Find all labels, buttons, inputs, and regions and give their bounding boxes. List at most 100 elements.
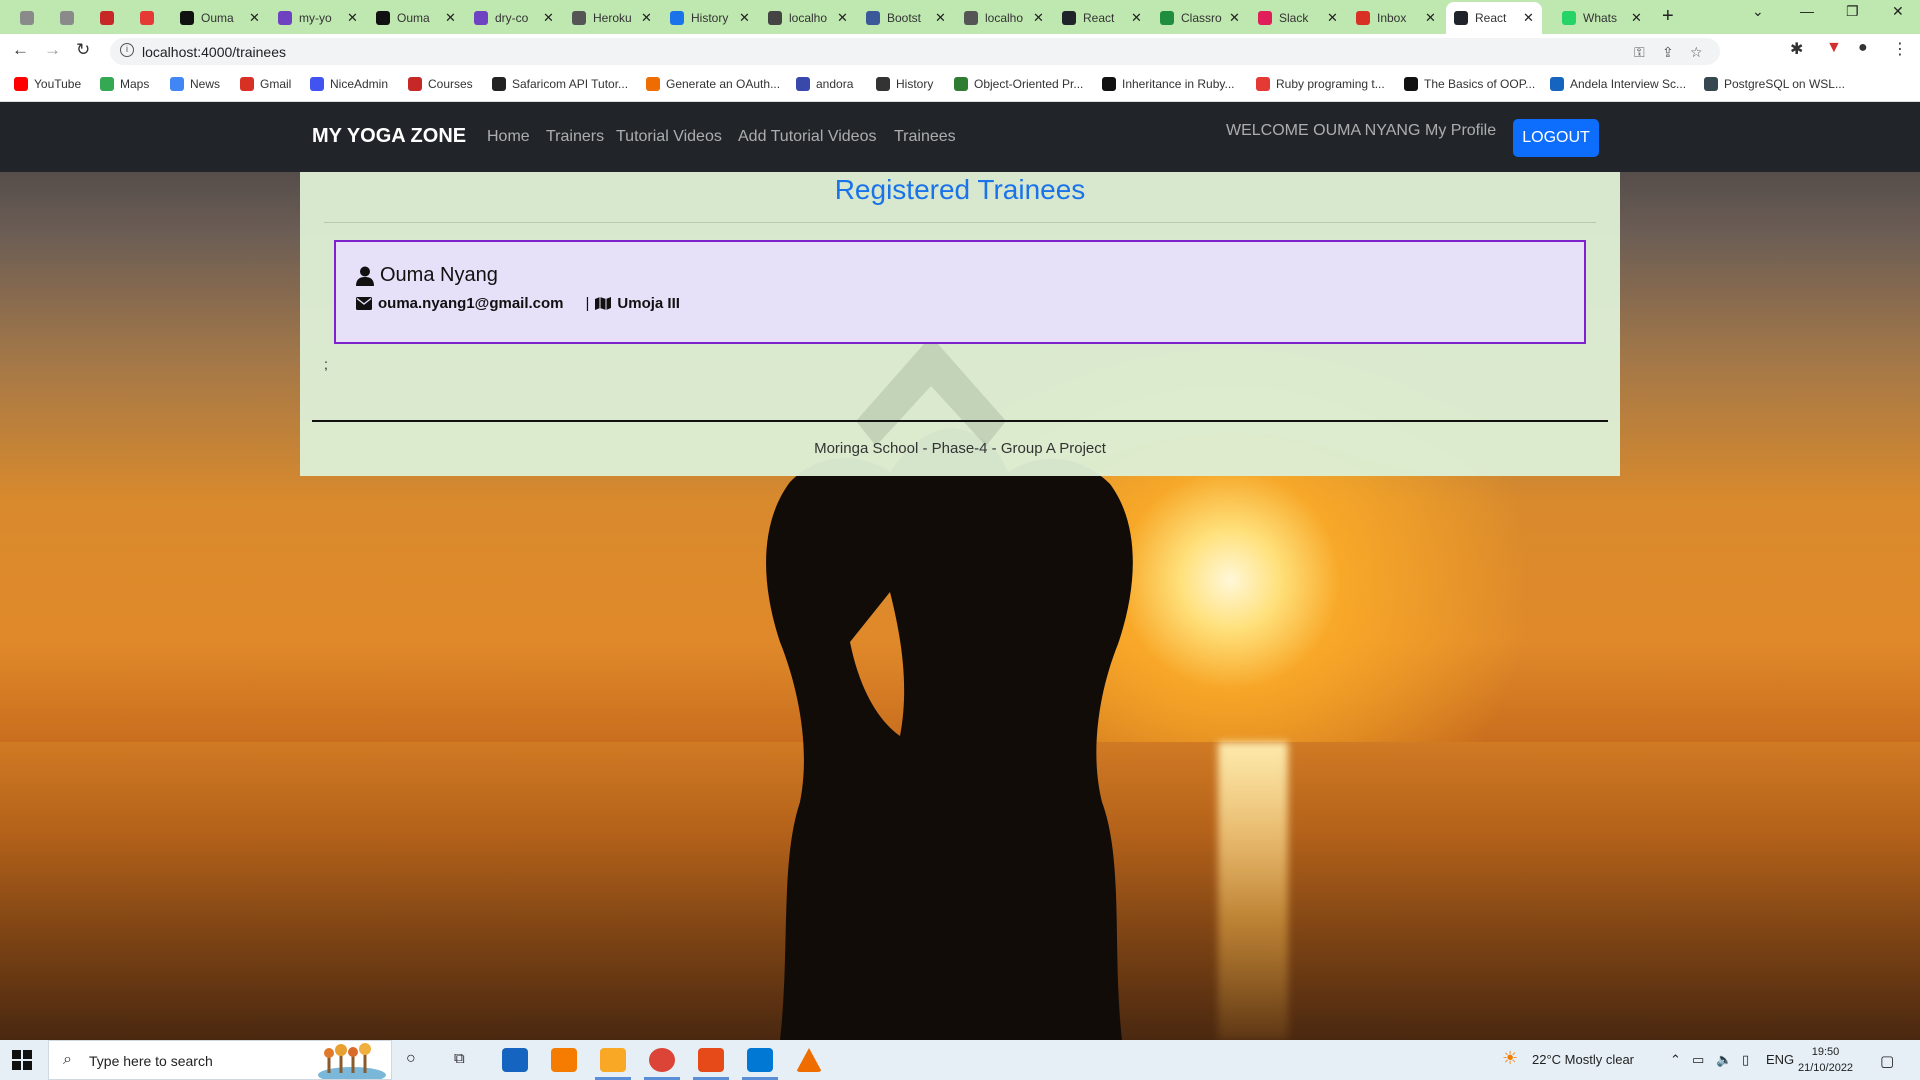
forward-icon[interactable]: →: [44, 40, 61, 60]
tab-close-icon[interactable]: ✕: [739, 10, 750, 26]
browser-tab[interactable]: Heroku ✕: [564, 4, 660, 32]
address-url[interactable]: localhost:4000/trainees: [142, 44, 286, 60]
vlc-app-icon[interactable]: [796, 1048, 822, 1072]
browser-tab[interactable]: Ouma ✕: [172, 4, 268, 32]
windows-start-icon[interactable]: [12, 1050, 32, 1070]
bookmark-item[interactable]: Andela Interview Sc...: [1550, 77, 1686, 91]
bookmark-item[interactable]: YouTube: [14, 77, 81, 91]
nav-link-trainees[interactable]: Trainees: [894, 128, 956, 146]
weather-icon[interactable]: ☀: [1502, 1048, 1518, 1069]
browser-tab[interactable]: [12, 4, 49, 32]
site-info-icon[interactable]: i: [120, 43, 134, 57]
bookmark-item[interactable]: News: [170, 77, 220, 91]
ubuntu-app-icon[interactable]: [698, 1048, 724, 1072]
nav-link-add-tutorial-videos[interactable]: Add Tutorial Videos: [738, 128, 876, 146]
star-icon[interactable]: ☆: [1690, 44, 1703, 61]
new-tab-icon[interactable]: +: [1662, 5, 1674, 28]
bookmark-item[interactable]: The Basics of OOP...: [1404, 77, 1535, 91]
xampp-app-icon[interactable]: [551, 1048, 577, 1072]
browser-tab[interactable]: Whats ✕: [1554, 4, 1650, 32]
address-bar[interactable]: i localhost:4000/trainees ☆ ⇪ ⚿: [110, 38, 1720, 65]
bookmark-item[interactable]: Courses: [408, 77, 473, 91]
notifications-icon[interactable]: ▢: [1880, 1052, 1894, 1070]
tab-close-icon[interactable]: ✕: [1229, 10, 1240, 26]
volume-icon[interactable]: 🔈: [1716, 1052, 1732, 1068]
weather-text[interactable]: 22°C Mostly clear: [1532, 1052, 1634, 1067]
menu-icon[interactable]: ⋮: [1892, 39, 1908, 59]
tab-close-icon[interactable]: ✕: [1425, 10, 1436, 26]
bookmark-favicon-icon: [1256, 77, 1270, 91]
browser-tab[interactable]: [92, 4, 129, 32]
bookmark-item[interactable]: Gmail: [240, 77, 291, 91]
tab-close-icon[interactable]: ✕: [641, 10, 652, 26]
browser-tab[interactable]: localho ✕: [760, 4, 856, 32]
back-icon[interactable]: ←: [12, 40, 29, 60]
cortana-icon[interactable]: ○: [406, 1050, 416, 1068]
mail-app-icon[interactable]: [502, 1048, 528, 1072]
download-extension-icon[interactable]: ▼: [1826, 39, 1842, 57]
tab-close-icon[interactable]: ✕: [935, 10, 946, 26]
tab-close-icon[interactable]: ✕: [1033, 10, 1044, 26]
tab-label: Bootst: [887, 11, 922, 25]
browser-tab[interactable]: Slack ✕: [1250, 4, 1346, 32]
browser-tab[interactable]: Bootst ✕: [858, 4, 954, 32]
nav-link-home[interactable]: Home: [487, 128, 530, 146]
tab-close-icon[interactable]: ✕: [1631, 10, 1642, 26]
key-icon[interactable]: ⚿: [1634, 44, 1645, 61]
browser-tab[interactable]: [132, 4, 169, 32]
tab-close-icon[interactable]: ✕: [543, 10, 554, 26]
browser-tab[interactable]: History ✕: [662, 4, 758, 32]
tab-close-icon[interactable]: ✕: [1523, 10, 1534, 26]
brand-logo[interactable]: MY YOGA ZONE: [312, 125, 466, 148]
system-clock[interactable]: 19:50 21/10/2022: [1798, 1044, 1853, 1076]
file-explorer-icon[interactable]: [600, 1048, 626, 1072]
browser-tab[interactable]: React ✕: [1054, 4, 1150, 32]
share-icon[interactable]: ⇪: [1662, 44, 1674, 61]
profile-avatar-icon[interactable]: ●: [1858, 39, 1868, 57]
bookmark-item[interactable]: Object-Oriented Pr...: [954, 77, 1083, 91]
browser-tab[interactable]: Ouma ✕: [368, 4, 464, 32]
task-view-icon[interactable]: ⧉: [454, 1050, 465, 1067]
restore-icon[interactable]: ❐: [1846, 3, 1859, 20]
browser-tab[interactable]: Inbox ✕: [1348, 4, 1444, 32]
minimize-icon[interactable]: —: [1800, 3, 1814, 19]
browser-tab[interactable]: dry-co ✕: [466, 4, 562, 32]
tab-search-icon[interactable]: ⌄: [1752, 3, 1764, 20]
browser-tab[interactable]: localho ✕: [956, 4, 1052, 32]
nav-link-trainers[interactable]: Trainers: [546, 128, 604, 146]
bookmark-item[interactable]: History: [876, 77, 933, 91]
taskbar-search-box[interactable]: ⌕ Type here to search: [48, 1040, 392, 1080]
bookmark-item[interactable]: Generate an OAuth...: [646, 77, 780, 91]
tab-close-icon[interactable]: ✕: [1327, 10, 1338, 26]
browser-tab[interactable]: my-yo ✕: [270, 4, 366, 32]
tray-overflow-icon[interactable]: ⌃: [1670, 1052, 1681, 1068]
bookmark-item[interactable]: Inheritance in Ruby...: [1102, 77, 1235, 91]
browser-tab[interactable]: React ✕: [1446, 2, 1542, 34]
vscode-app-icon[interactable]: [747, 1048, 773, 1072]
my-profile-link[interactable]: My Profile: [1425, 122, 1496, 140]
bookmark-item[interactable]: Maps: [100, 77, 149, 91]
tab-close-icon[interactable]: ✕: [249, 10, 260, 26]
chrome-app-icon[interactable]: [649, 1048, 675, 1072]
bookmark-favicon-icon: [408, 77, 422, 91]
tab-close-icon[interactable]: ✕: [837, 10, 848, 26]
browser-tab[interactable]: Classro ✕: [1152, 4, 1248, 32]
bookmark-item[interactable]: Safaricom API Tutor...: [492, 77, 628, 91]
bookmark-item[interactable]: NiceAdmin: [310, 77, 388, 91]
extensions-icon[interactable]: ✱: [1790, 39, 1803, 59]
browser-tab[interactable]: [52, 4, 89, 32]
logout-button[interactable]: LOGOUT: [1513, 119, 1599, 157]
tab-close-icon[interactable]: ✕: [1131, 10, 1142, 26]
close-window-icon[interactable]: ✕: [1892, 3, 1904, 20]
bookmark-item[interactable]: PostgreSQL on WSL...: [1704, 77, 1845, 91]
bookmark-item[interactable]: Ruby programing t...: [1256, 77, 1385, 91]
tab-close-icon[interactable]: ✕: [445, 10, 456, 26]
nav-link-tutorial-videos[interactable]: Tutorial Videos: [616, 128, 722, 146]
language-indicator[interactable]: ENG: [1766, 1052, 1794, 1067]
battery-icon[interactable]: ▯: [1742, 1052, 1749, 1068]
bookmark-item[interactable]: andora: [796, 77, 853, 91]
tab-close-icon[interactable]: ✕: [347, 10, 358, 26]
reload-icon[interactable]: ↻: [76, 40, 90, 60]
taskbar-search-placeholder[interactable]: Type here to search: [89, 1053, 213, 1069]
network-icon[interactable]: ▭: [1692, 1052, 1704, 1068]
